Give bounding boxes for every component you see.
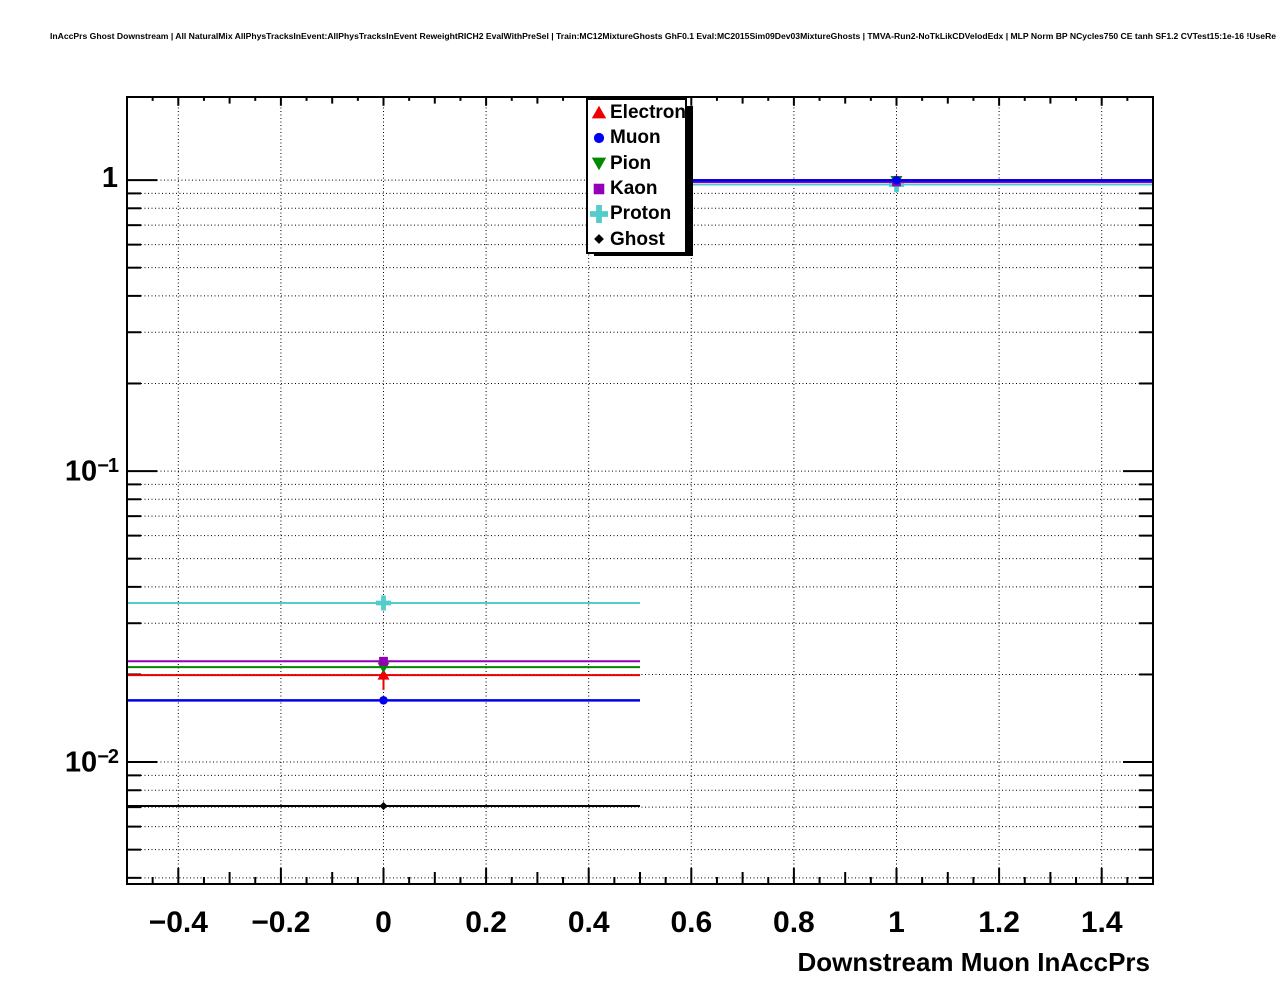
marker-square [379, 657, 388, 666]
marker-triangle-up [592, 105, 606, 118]
y-tick-base: 10 [65, 456, 97, 488]
legend: Electron Muon Pion Kaon Proton Ghost [586, 98, 687, 254]
marker-diamond [379, 802, 387, 810]
y-tick-exponent: −2 [97, 746, 118, 768]
marker-diamond [594, 234, 604, 244]
legend-label: Kaon [610, 179, 658, 198]
legend-entry-kaon: Kaon [588, 176, 685, 201]
legend-label: Muon [610, 128, 661, 147]
x-tick-label: 1.4 [1042, 906, 1162, 940]
marker-cross [590, 205, 608, 223]
y-tick-label: 10−2 [0, 744, 118, 780]
cross-icon [588, 202, 610, 226]
legend-label: Pion [610, 154, 651, 173]
diamond-icon [588, 227, 610, 251]
y-tick-exponent: −1 [97, 455, 118, 477]
legend-entry-muon: Muon [588, 125, 685, 150]
circle-icon [588, 126, 610, 150]
legend-entry-pion: Pion [588, 151, 685, 176]
x-axis-title: Downstream Muon InAccPrs [797, 947, 1150, 978]
legend-label: Ghost [610, 230, 665, 249]
marker-square [594, 183, 605, 194]
y-tick-label: 10−1 [0, 453, 118, 489]
y-tick-base: 10 [65, 747, 97, 779]
legend-label: Electron [610, 103, 686, 122]
marker-circle [594, 133, 604, 143]
y-tick-base: 1 [102, 162, 118, 194]
marker-circle [892, 176, 901, 185]
plot-canvas: InAccPrs Ghost Downstream | All NaturalM… [0, 0, 1276, 996]
legend-entry-electron: Electron [588, 100, 685, 125]
marker-triangle-down [592, 158, 606, 171]
triangle-down-icon [588, 151, 610, 175]
legend-entry-proton: Proton [588, 201, 685, 226]
y-tick-label: 1 [0, 162, 118, 195]
legend-entry-ghost: Ghost [588, 227, 685, 252]
legend-label: Proton [610, 204, 671, 223]
triangle-up-icon [588, 101, 610, 125]
marker-circle [379, 696, 388, 705]
square-icon [588, 177, 610, 201]
marker-cross [376, 596, 391, 611]
